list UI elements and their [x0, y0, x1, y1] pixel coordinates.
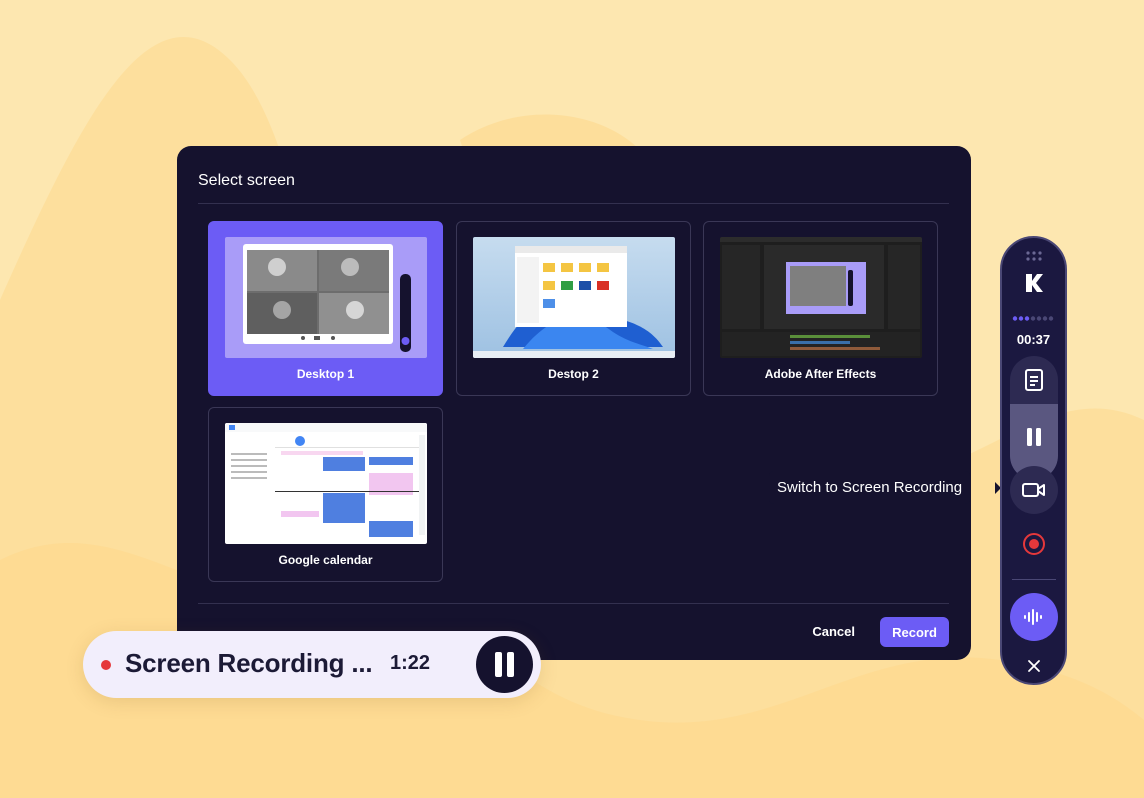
pause-icon	[1027, 428, 1041, 446]
toolbar-elapsed-time: 00:37	[1016, 332, 1051, 347]
recording-status-pill: Screen Recording ... 1:22	[83, 631, 541, 698]
pause-icon	[495, 652, 514, 677]
dialog-title: Select screen	[198, 172, 295, 189]
divider	[198, 203, 949, 204]
recording-dot-icon	[101, 660, 111, 670]
toolbar-control-group	[1010, 356, 1058, 480]
notes-button[interactable]	[1010, 356, 1058, 404]
select-screen-dialog: Select screen Desktop 1 Destop 2 Adobe A…	[177, 146, 971, 660]
screen-tile-desktop-1[interactable]: Desktop 1	[208, 221, 443, 396]
after-effects-thumbnail	[720, 237, 922, 358]
screen-tile-adobe-after-effects[interactable]: Adobe After Effects	[703, 221, 938, 396]
google-calendar-thumbnail	[225, 423, 427, 544]
screen-tile-label: Destop 2	[548, 367, 599, 381]
recorder-toolbar: 00:37	[1000, 236, 1067, 685]
record-toggle-button[interactable]	[1010, 520, 1058, 568]
desktop-2-thumbnail	[473, 237, 675, 358]
kapwing-k-logo-icon	[1025, 274, 1043, 292]
screen-tile-label: Desktop 1	[296, 367, 355, 381]
divider	[198, 603, 949, 604]
recording-status-text: Screen Recording ...	[125, 648, 373, 678]
tooltip: Switch to Screen Recording	[769, 471, 971, 504]
recording-elapsed-time: 1:22	[390, 652, 431, 674]
document-icon	[1025, 369, 1043, 391]
sound-wave-icon	[1023, 609, 1042, 625]
record-button[interactable]: Record	[880, 617, 949, 647]
screen-tile-google-calendar[interactable]: Google calendar	[208, 407, 443, 582]
screen-tile-desktop-2[interactable]: Destop 2	[456, 221, 691, 396]
toolbar-divider	[1011, 579, 1056, 580]
switch-to-screen-recording-button[interactable]	[1009, 466, 1058, 514]
close-icon[interactable]	[1027, 659, 1041, 673]
record-icon	[1022, 533, 1045, 555]
screen-tile-label: Google calendar	[278, 553, 373, 567]
screen-tile-label: Adobe After Effects	[764, 367, 877, 381]
audio-level-indicator	[1012, 316, 1053, 321]
drag-handle-icon[interactable]	[1024, 250, 1044, 262]
cancel-button[interactable]: Cancel	[806, 617, 861, 647]
desktop-1-thumbnail	[225, 237, 427, 358]
video-camera-icon	[1021, 483, 1045, 497]
pause-recording-button[interactable]	[476, 636, 533, 693]
audio-button[interactable]	[1009, 593, 1058, 641]
